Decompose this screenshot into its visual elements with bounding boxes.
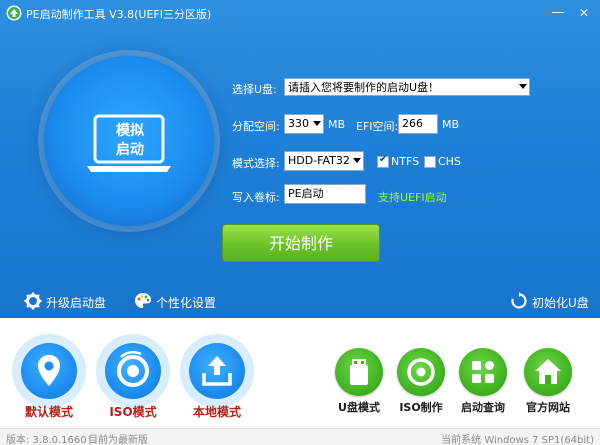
- mode-label: 模式选择:: [232, 157, 280, 170]
- checkmark-icon: ✔: [379, 154, 388, 165]
- mode-select-value: HDD-FAT32: [288, 154, 350, 167]
- partition-label: 分配空间:: [232, 120, 280, 133]
- efi-unit: MB: [442, 118, 460, 131]
- palette-icon: [135, 293, 151, 308]
- bottom-panel: 默认模式 ISO模式 本地模式 U盘模式 ISO制作 启动查询 官方网站: [0, 318, 600, 428]
- start-make-button[interactable]: 开始制作: [222, 224, 380, 262]
- udisk-mode-button[interactable]: [335, 348, 383, 396]
- ntfs-checkbox[interactable]: ✔: [377, 154, 389, 168]
- local-mode-core: [189, 343, 245, 399]
- efi-label: EFI空间:: [356, 120, 399, 133]
- iso-make-label: ISO制作: [399, 401, 443, 414]
- upgrade-boot-disk-button[interactable]: 升级启动盘: [46, 294, 106, 311]
- official-site-button[interactable]: [524, 348, 572, 396]
- chevron-down-icon: [353, 158, 361, 163]
- minimize-button[interactable]: —: [548, 4, 568, 22]
- efi-size-value: 266: [402, 117, 423, 130]
- default-mode-core: [21, 343, 77, 399]
- partition-unit: MB: [328, 118, 346, 131]
- simulate-line-2: 启动: [116, 142, 144, 158]
- gear-icon: [24, 292, 42, 310]
- chs-checkbox[interactable]: [424, 156, 436, 168]
- status-bar: 版本: 3.8.0.1660 目前为最新版 当前系统 Windows 7 SP1…: [0, 428, 600, 445]
- efi-size-input[interactable]: 266: [398, 114, 438, 134]
- disc-icon: [407, 358, 435, 386]
- latest-version-text: 目前为最新版: [88, 435, 148, 445]
- default-mode-button[interactable]: [12, 334, 86, 408]
- udisk-select[interactable]: 请插入您将要制作的启动U盘！: [284, 78, 530, 96]
- simulate-boot-label: 模拟 启动: [100, 122, 160, 160]
- default-mode-label: 默认模式: [24, 405, 73, 419]
- apps-grid-icon: [472, 361, 494, 383]
- partition-size-value: 330: [288, 117, 309, 130]
- close-button[interactable]: ✕: [574, 4, 594, 22]
- iso-mode-label: ISO模式: [109, 405, 157, 419]
- simulate-line-1: 模拟: [116, 123, 144, 139]
- iso-make-button[interactable]: [397, 348, 445, 396]
- usb-drive-icon: [350, 359, 368, 385]
- udisk-select-value: 请插入您将要制作的启动U盘！: [288, 81, 440, 94]
- boot-query-label: 启动查询: [461, 401, 505, 414]
- udisk-mode-label: U盘模式: [338, 401, 380, 414]
- upload-icon: [202, 356, 232, 386]
- window-title: PE启动制作工具 V3.8(UEFI三分区版): [26, 8, 212, 21]
- partition-size-select[interactable]: 330: [284, 114, 324, 134]
- chevron-down-icon: [519, 84, 527, 89]
- volume-input[interactable]: PE启动: [284, 184, 366, 204]
- local-mode-button[interactable]: [180, 334, 254, 408]
- home-icon: [535, 359, 561, 384]
- ntfs-label: NTFS: [391, 155, 420, 168]
- volume-value: PE启动: [288, 187, 324, 200]
- udisk-label: 选择U盘:: [232, 83, 277, 96]
- volume-label: 写入卷标:: [232, 191, 280, 204]
- mode-select[interactable]: HDD-FAT32: [284, 151, 364, 171]
- uefi-support-link[interactable]: 支持UEFI启动: [378, 189, 447, 205]
- local-mode-label: 本地模式: [192, 405, 241, 419]
- iso-mode-core: [105, 343, 161, 399]
- app-logo-icon: [6, 5, 22, 21]
- boot-query-button[interactable]: [459, 348, 507, 396]
- refresh-icon: [511, 292, 527, 309]
- disc-icon: [117, 351, 149, 387]
- system-info-text: 当前系统 Windows 7 SP1(64bit): [441, 435, 594, 445]
- version-text: 版本: 3.8.0.1660: [6, 435, 87, 445]
- personalize-settings-button[interactable]: 个性化设置: [156, 294, 216, 311]
- init-udisk-button[interactable]: 初始化U盘: [532, 294, 589, 311]
- app-window: PE启动制作工具 V3.8(UEFI三分区版) — ✕ 模拟 启动 选择U盘: …: [0, 0, 600, 445]
- iso-mode-button[interactable]: [96, 334, 170, 408]
- top-panel: PE启动制作工具 V3.8(UEFI三分区版) — ✕ 模拟 启动 选择U盘: …: [0, 0, 600, 318]
- title-bar: PE启动制作工具 V3.8(UEFI三分区版) — ✕: [0, 0, 600, 26]
- location-pin-icon: [38, 355, 60, 386]
- chevron-down-icon: [313, 121, 321, 126]
- chs-label: CHS: [438, 155, 461, 168]
- official-site-label: 官方网站: [526, 401, 570, 414]
